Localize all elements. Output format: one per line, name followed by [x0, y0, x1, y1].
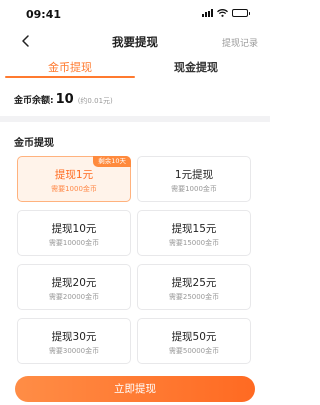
withdraw-option-card[interactable]: 1元提现 需要1000金币	[137, 156, 251, 202]
withdraw-record-link[interactable]: 提现记录	[222, 36, 258, 49]
option-title: 提现25元	[171, 277, 217, 289]
option-title: 提现50元	[171, 331, 217, 343]
status-icons	[202, 9, 250, 17]
wifi-icon	[217, 9, 228, 17]
balance-note: (约0.01元)	[77, 97, 113, 105]
option-requirement: 需要50000金币	[168, 347, 220, 355]
withdraw-option-card[interactable]: 提现20元 需要20000金币	[17, 264, 131, 310]
option-title: 1元提现	[174, 169, 214, 181]
status-bar: 09:41	[0, 0, 270, 26]
active-tab-indicator	[5, 76, 135, 78]
option-title: 提现15元	[171, 223, 217, 235]
option-requirement: 需要15000金币	[168, 239, 220, 247]
option-requirement: 需要1000金币	[51, 185, 97, 193]
option-title: 提现1元	[54, 169, 94, 181]
option-title: 提现30元	[51, 331, 97, 343]
remaining-days-badge: 剩余10天	[93, 156, 131, 167]
withdraw-option-card[interactable]: 提现25元 需要25000金币	[137, 264, 251, 310]
section-divider	[0, 116, 270, 122]
signal-icon	[202, 9, 213, 17]
section-title: 金币提现	[14, 138, 54, 149]
option-requirement: 需要25000金币	[168, 293, 220, 301]
coin-balance: 金币余额: 10 (约0.01元)	[14, 92, 113, 107]
balance-value: 10	[55, 92, 74, 107]
withdraw-option-card[interactable]: 提现30元 需要30000金币	[17, 318, 131, 364]
option-title: 提现20元	[51, 277, 97, 289]
option-requirement: 需要30000金币	[48, 347, 100, 355]
option-title: 提现10元	[51, 223, 97, 235]
option-requirement: 需要10000金币	[48, 239, 100, 247]
option-requirement: 需要20000金币	[48, 293, 100, 301]
battery-icon	[232, 9, 250, 17]
balance-label: 金币余额:	[14, 96, 54, 106]
withdraw-now-button[interactable]: 立即提现	[15, 376, 255, 402]
nav-bar: 我要提现 提现记录	[0, 28, 270, 54]
tab-cash-withdraw[interactable]: 现金提现	[136, 59, 256, 75]
option-requirement: 需要1000金币	[171, 185, 217, 193]
withdraw-option-card[interactable]: 提现50元 需要50000金币	[137, 318, 251, 364]
withdraw-option-card[interactable]: 提现15元 需要15000金币	[137, 210, 251, 256]
withdraw-tabs: 金币提现 现金提现	[0, 56, 270, 80]
status-time: 09:41	[26, 8, 62, 21]
tab-coin-withdraw[interactable]: 金币提现	[10, 59, 130, 75]
withdraw-option-card[interactable]: 剩余10天 提现1元 需要1000金币	[17, 156, 131, 202]
withdraw-option-card[interactable]: 提现10元 需要10000金币	[17, 210, 131, 256]
